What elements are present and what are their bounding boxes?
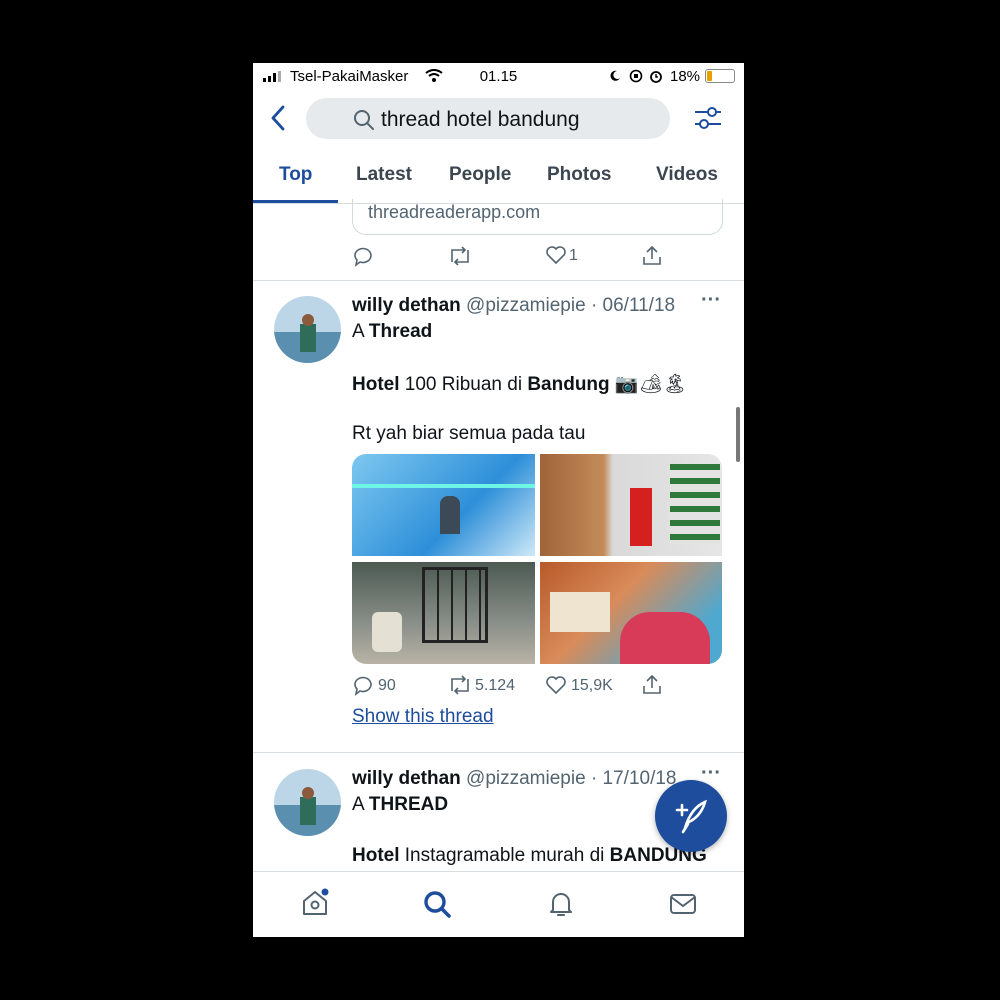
moon-icon [610,70,620,81]
media-photo[interactable] [352,454,535,556]
phone-screen: Tsel-PakaiMasker 01.15 18% thread hotel … [253,63,744,937]
retweet-icon[interactable] [447,674,473,696]
compose-icon [675,799,708,834]
compose-tweet-button[interactable] [655,780,727,852]
tweet-text-line: Rt yah biar semua pada tau [352,423,586,444]
reply-icon[interactable] [352,245,374,267]
text-fragment: Instagramable murah di [399,845,610,866]
text-bold: Thread [368,321,433,342]
back-arrow-icon[interactable] [269,103,289,133]
search-icon [354,110,374,130]
home-icon[interactable] [300,888,330,918]
media-photo[interactable] [352,562,535,664]
alarm-icon [650,71,662,83]
tweet-divider [253,280,744,281]
share-icon[interactable] [641,244,663,266]
text-bold: THREAD [368,794,449,815]
avatar[interactable] [274,296,341,363]
bottom-nav [253,871,744,937]
tweet-author[interactable]: willy dethan @pizzamiepie · 17/10/18 [352,768,677,790]
like-count: 1 [569,247,578,264]
tweet-divider [253,752,744,753]
tweet-text-line: A Thread [352,321,432,343]
like-count: 15,9K [571,677,613,694]
text-fragment: 100 Ribuan di [399,374,528,395]
media-photo[interactable] [540,454,722,556]
tweet-text-line: A THREAD [352,794,448,816]
search-icon[interactable] [422,889,452,919]
media-grid[interactable] [352,454,722,664]
text-bold: Hotel [352,374,400,395]
reply-count: 90 [378,677,396,694]
tab-top[interactable]: Top [279,164,312,186]
battery-percent: 18% [670,68,701,85]
battery-icon [705,69,735,83]
author-handle: @pizzamiepie [466,768,586,789]
retweet-count: 5.124 [475,677,516,694]
tweet-date: · 06/11/18 [590,295,676,316]
more-options-icon[interactable]: ··· [701,289,721,312]
reply-icon[interactable] [352,674,374,696]
search-input[interactable]: thread hotel bandung [306,98,670,139]
author-handle: @pizzamiepie [466,295,586,316]
author-name: willy dethan [352,295,461,316]
text-fragment: A [352,794,369,815]
tab-photos[interactable]: Photos [547,164,611,186]
author-name: willy dethan [352,768,461,789]
emoji-fragment: 📷🏕🏝 [609,374,687,395]
orientation-lock-icon [629,69,643,83]
tab-people[interactable]: People [449,164,511,186]
tweet-text-line: Hotel 100 Ribuan di Bandung 📷🏕🏝 [352,372,687,396]
show-thread-link[interactable]: Show this thread [352,706,494,728]
share-icon[interactable] [641,673,663,695]
tweet-text-line: Hotel Instagramable murah di BANDUNG [352,845,707,867]
status-bar: Tsel-PakaiMasker 01.15 18% [253,63,744,89]
filter-icon[interactable] [693,103,723,133]
text-bold: Hotel [352,845,400,866]
like-icon[interactable] [545,675,567,695]
link-card-url: threadreaderapp.com [368,202,541,222]
retweet-icon[interactable] [447,245,473,267]
avatar[interactable] [274,769,341,836]
text-fragment: A [352,321,369,342]
notifications-icon[interactable] [546,888,576,918]
tab-latest[interactable]: Latest [356,164,412,186]
like-icon[interactable] [545,245,567,265]
tweet-author[interactable]: willy dethan @pizzamiepie · 06/11/18 [352,295,675,317]
media-photo[interactable] [540,562,722,664]
tab-videos[interactable]: Videos [656,164,718,186]
text-bold: Bandung [527,374,610,395]
messages-icon[interactable] [668,889,698,919]
search-query: thread hotel bandung [381,108,580,131]
scrollbar[interactable] [736,407,740,462]
